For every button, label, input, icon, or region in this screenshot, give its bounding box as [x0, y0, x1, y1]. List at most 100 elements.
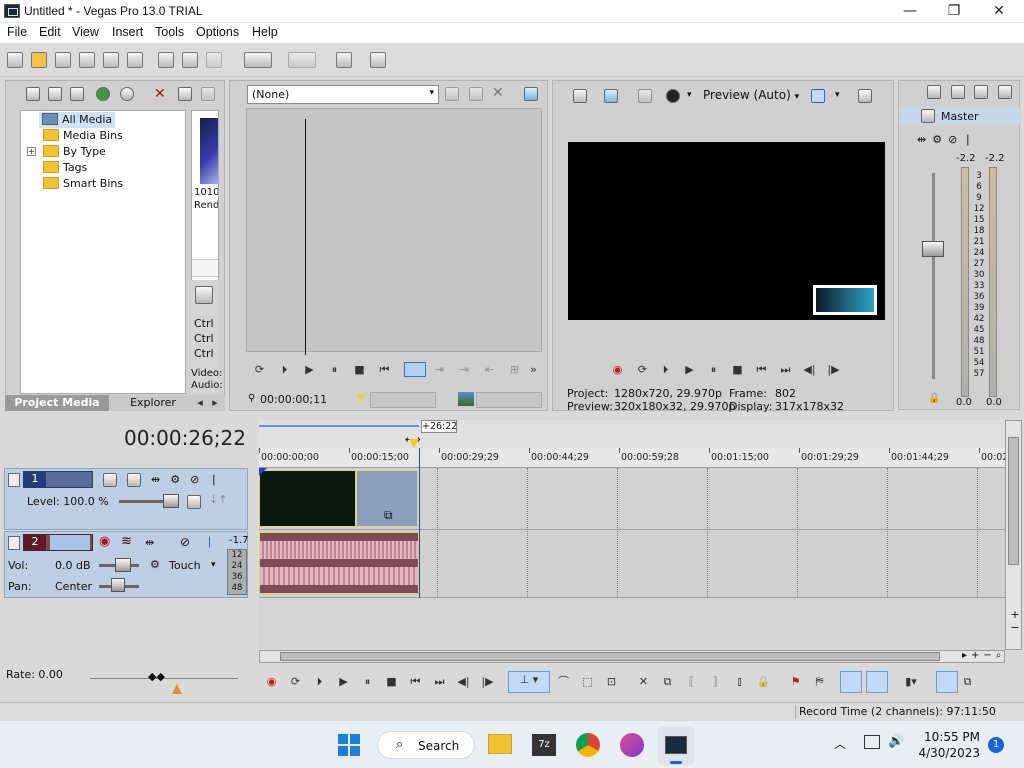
tree-item-tags[interactable]: Tags [43, 160, 87, 176]
menu-view[interactable]: View [72, 25, 99, 39]
tree-item-by-type[interactable]: By Type [43, 144, 106, 160]
search-media-icon[interactable] [120, 87, 134, 101]
track-arrows-icon[interactable]: ⇣⇡ [209, 493, 227, 506]
preview-properties-icon[interactable] [573, 89, 587, 103]
app-ds-icon[interactable] [620, 733, 644, 757]
file-explorer-icon[interactable] [488, 734, 512, 754]
web-media-icon[interactable] [96, 87, 110, 101]
record-icon[interactable]: ◉ [264, 674, 279, 689]
trim-insert-icon[interactable]: ⇥ [457, 362, 472, 377]
trimmer-media-dropdown[interactable]: (None) ▾ [247, 85, 439, 104]
preview-quality-dropdown[interactable]: Preview (Auto) ▾ [703, 88, 799, 102]
menu-help[interactable]: Help [252, 25, 278, 39]
more-icon[interactable]: » [526, 362, 541, 377]
marker-bar[interactable]: +26:22 ⟷ [259, 420, 1005, 448]
play-icon[interactable]: ▶ [336, 674, 351, 689]
media-fx-icon[interactable] [201, 87, 215, 101]
redo-icon[interactable] [288, 52, 316, 68]
ripple-mode-icon[interactable]: ▮▾ [896, 674, 926, 689]
settings-wrench-icon[interactable] [370, 52, 386, 68]
trimmer-close-icon[interactable]: ✕ [492, 85, 504, 101]
track-minimize-icon[interactable] [8, 473, 20, 487]
clock[interactable]: 10:55 PM 4/30/2023 [912, 729, 980, 761]
pause-icon[interactable]: ⏸ [360, 674, 375, 689]
mute-icon[interactable]: ⊘ [180, 535, 190, 549]
chevron-down-icon[interactable]: ▾ [211, 560, 216, 570]
tab-scroll-left-icon[interactable]: ◂ [193, 396, 207, 410]
tab-explorer[interactable]: Explorer [117, 395, 189, 411]
expand-by-type-toggle[interactable]: + [27, 147, 36, 156]
master-downmix-icon[interactable] [951, 85, 965, 99]
enable-snapping-icon[interactable] [866, 671, 888, 693]
pause-icon[interactable]: ⏸ [327, 362, 342, 377]
selection-tool-icon[interactable]: ⬚ [580, 674, 595, 689]
menu-tools[interactable]: Tools [155, 25, 184, 39]
trim-fit-icon[interactable]: ⊞ [507, 362, 522, 377]
ignore-grouping-icon[interactable]: ⧉ [960, 674, 975, 689]
track-controls[interactable]: ⇹⚙⊘❘ [151, 473, 229, 486]
automation-mode[interactable]: Touch [169, 559, 201, 572]
go-to-start-icon[interactable]: ⏮ [377, 362, 392, 377]
import-media-icon[interactable] [26, 87, 40, 101]
gear-icon[interactable]: ⚙ [150, 558, 160, 571]
zoom-tool-icon[interactable]: ⊡ [604, 674, 619, 689]
level-slider-handle[interactable] [163, 494, 179, 508]
horizontal-scroll-thumb[interactable] [280, 652, 940, 661]
vertical-scroll-thumb[interactable] [1008, 437, 1019, 565]
trimmer-monitor-icon[interactable] [524, 87, 538, 101]
get-media-icon[interactable] [70, 87, 84, 101]
select-region-icon[interactable] [404, 362, 426, 377]
split-icon[interactable]: ⫾ [732, 674, 747, 689]
auto-ripple-icon[interactable] [840, 671, 862, 693]
loop-playback-icon[interactable]: ⟳ [635, 362, 650, 377]
stop-icon[interactable]: ■ [352, 362, 367, 377]
video-preview-screen[interactable] [568, 142, 885, 320]
zoom-controls[interactable]: ▸+−⌕ [962, 650, 1022, 664]
arm-record-icon[interactable]: ◉ [99, 534, 110, 549]
go-to-start-icon[interactable]: ⏮ [408, 674, 423, 689]
stop-icon[interactable]: ■ [730, 362, 745, 377]
insert-marker-icon[interactable]: ⚑ [788, 674, 803, 689]
7zip-icon[interactable]: 7z [532, 734, 556, 756]
next-frame-icon[interactable]: |▶ [480, 674, 495, 689]
trim-start-icon[interactable]: ⟦ [684, 674, 699, 689]
lock-icon[interactable]: 🔒 [756, 674, 771, 689]
horizontal-scrollbar[interactable] [259, 650, 1005, 663]
trim-icon[interactable]: ⧉ [660, 674, 675, 689]
save-icon[interactable] [55, 52, 71, 68]
lock-envelopes-icon[interactable] [936, 671, 958, 693]
new-project-icon[interactable] [7, 52, 23, 68]
play-icon[interactable]: ▶ [682, 362, 697, 377]
trimmer-canvas[interactable] [246, 108, 542, 355]
trimmer-pencil-icon[interactable] [469, 87, 483, 101]
chrome-icon[interactable] [576, 733, 600, 757]
timeline-empty-area[interactable] [259, 598, 1005, 648]
track-minimize-icon[interactable] [8, 536, 20, 550]
track-fx-icon[interactable] [127, 473, 141, 487]
delete-icon[interactable]: ✕ [636, 674, 651, 689]
copy-snapshot-icon[interactable] [858, 89, 872, 103]
tab-project-media[interactable]: Project Media [5, 395, 109, 411]
master-controls[interactable]: ⇹⚙⊘❘ [917, 133, 979, 146]
rate-slider-handle[interactable]: ◆◆ [148, 670, 165, 683]
menu-file[interactable]: File [7, 25, 27, 39]
play-from-start-icon[interactable]: ⏵ [658, 362, 673, 377]
tree-item-all-media[interactable]: All Media [39, 112, 116, 128]
audio-sync-icon[interactable]: ⇹ [145, 536, 154, 549]
loop-region-bar[interactable] [259, 425, 419, 427]
tab-scroll-right-icon[interactable]: ▸ [208, 396, 222, 410]
split-screen-icon[interactable] [638, 89, 652, 103]
tree-item-smart-bins[interactable]: Smart Bins [43, 176, 123, 192]
tree-item-media-bins[interactable]: Media Bins [43, 128, 123, 144]
crop-icon[interactable]: ⧉ [384, 508, 393, 523]
menu-insert[interactable]: Insert [112, 25, 143, 39]
timeline-ruler[interactable]: 00:00:00;00 00:00:15;00 00:00:29;29 00:00:4… [259, 448, 1018, 468]
add-to-timeline-icon[interactable]: ⇥ [432, 362, 447, 377]
taskbar-search[interactable]: ⌕ Search [377, 731, 475, 759]
close-button[interactable]: ✕ [976, 0, 1022, 23]
paste-icon[interactable] [206, 52, 222, 68]
trim-overwrite-icon[interactable]: ⇤ [482, 362, 497, 377]
media-thumbnail[interactable] [200, 118, 218, 184]
play-from-start-icon[interactable]: ⏵ [312, 674, 327, 689]
master-dim-icon[interactable] [974, 85, 988, 99]
